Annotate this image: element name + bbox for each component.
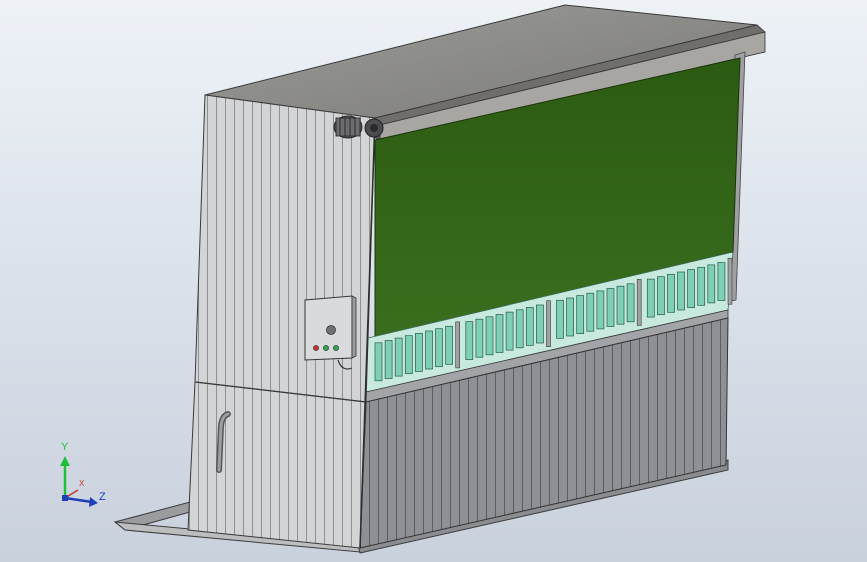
triad-z-label: Z	[99, 491, 106, 503]
left-side-panel-lower[interactable]	[187, 381, 367, 549]
filter-cartridge	[586, 292, 595, 332]
module-divider	[455, 321, 461, 369]
control-box[interactable]	[304, 295, 357, 370]
triad-x-label: X	[79, 479, 85, 488]
filter-cartridge	[425, 330, 433, 370]
filter-cartridge	[536, 304, 544, 344]
filter-cartridge	[626, 283, 635, 323]
filter-cartridge	[374, 342, 383, 382]
fan-motor[interactable]	[333, 115, 384, 139]
triad-y-label: Y	[61, 441, 69, 453]
filter-cartridge	[465, 321, 474, 360]
filter-cartridge	[404, 335, 413, 375]
indicator-light-green-2	[333, 345, 339, 351]
filter-cartridge	[677, 271, 685, 311]
filter-cartridge	[616, 285, 625, 325]
filter-cartridge	[435, 328, 443, 368]
filter-cartridge	[707, 264, 716, 304]
filter-cartridge	[495, 314, 504, 353]
cad-viewport[interactable]	[0, 0, 867, 562]
filter-cartridge	[606, 288, 615, 327]
filter-cartridge	[384, 340, 393, 379]
filter-cartridge	[415, 333, 423, 372]
filter-cartridge	[525, 307, 534, 346]
filter-cartridge	[475, 318, 484, 358]
filter-cartridge	[556, 299, 564, 339]
filter-cartridge	[485, 316, 494, 356]
filter-cartridge	[657, 276, 665, 316]
filter-cartridge	[697, 266, 706, 306]
filter-cartridge	[717, 262, 726, 301]
filter-cartridge	[667, 273, 675, 313]
filter-cartridge	[505, 311, 514, 351]
indicator-light-green-1	[323, 345, 329, 351]
filter-cartridge	[646, 278, 655, 318]
filter-cartridge	[515, 309, 524, 349]
module-divider	[727, 257, 733, 305]
filter-cartridge	[445, 325, 453, 365]
filter-cartridge	[576, 295, 585, 334]
filter-cartridge	[596, 290, 605, 330]
module-divider	[546, 300, 551, 348]
filter-cartridge	[566, 297, 574, 337]
indicator-light-red	[313, 345, 319, 351]
module-divider	[636, 279, 642, 326]
filter-cartridge	[394, 337, 403, 377]
control-knob-icon[interactable]	[326, 325, 336, 335]
filter-cartridge	[687, 269, 695, 308]
